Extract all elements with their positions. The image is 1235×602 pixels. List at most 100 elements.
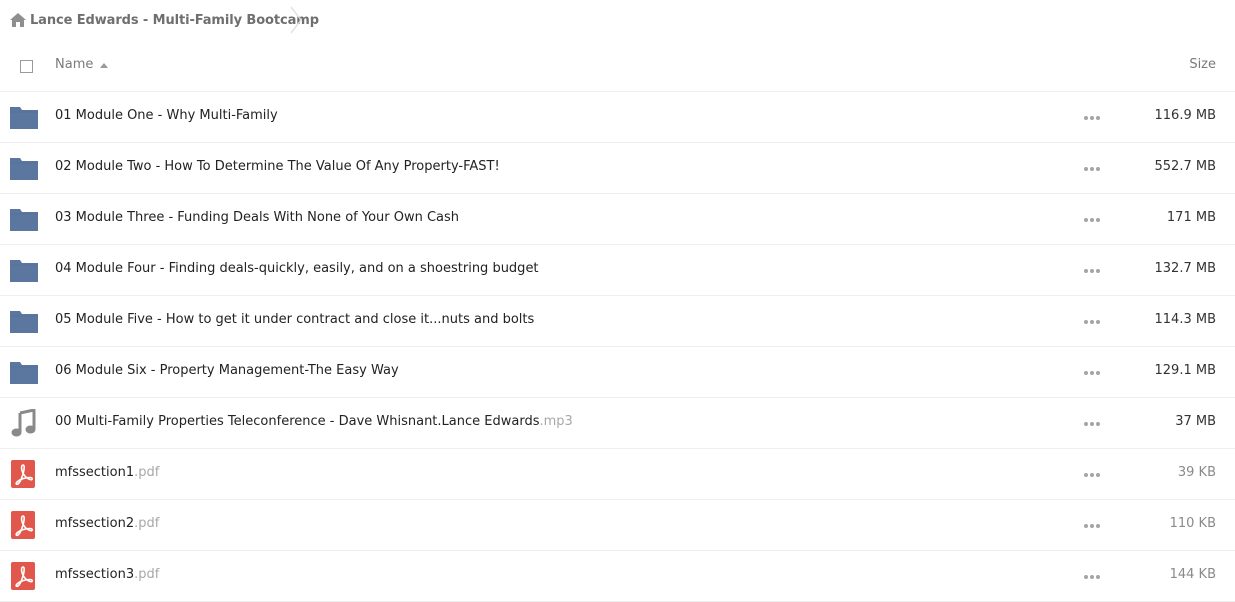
ellipsis-dot-icon	[1084, 575, 1088, 579]
file-row[interactable]: 04 Module Four - Finding deals-quickly, …	[0, 245, 1235, 296]
pdf-icon	[10, 562, 38, 590]
pdf-icon	[10, 511, 38, 539]
file-name-link[interactable]: mfssection1.pdf	[55, 465, 159, 480]
ellipsis-dot-icon	[1090, 524, 1094, 528]
ellipsis-dot-icon	[1084, 371, 1088, 375]
ellipsis-dot-icon	[1096, 269, 1100, 273]
select-all-checkbox[interactable]	[20, 60, 33, 73]
ellipsis-dot-icon	[1090, 167, 1094, 171]
ellipsis-dot-icon	[1096, 575, 1100, 579]
file-name: mfssection1	[55, 465, 135, 480]
file-size: 114.3 MB	[1154, 312, 1216, 327]
folder-icon	[10, 154, 38, 182]
file-name: 01 Module One - Why Multi-Family	[55, 108, 278, 123]
file-row[interactable]: mfssection2.pdf 110 KB	[0, 500, 1235, 551]
ellipsis-dot-icon	[1096, 218, 1100, 222]
more-options-button[interactable]	[1082, 417, 1102, 431]
more-options-button[interactable]	[1082, 111, 1102, 125]
more-options-button[interactable]	[1082, 213, 1102, 227]
file-name: 00 Multi-Family Properties Teleconferenc…	[55, 414, 540, 429]
ellipsis-dot-icon	[1096, 167, 1100, 171]
pdf-icon	[10, 460, 38, 488]
folder-icon	[10, 307, 38, 335]
ellipsis-dot-icon	[1090, 116, 1094, 120]
ellipsis-dot-icon	[1096, 473, 1100, 477]
file-row[interactable]: mfssection3.pdf 144 KB	[0, 551, 1235, 602]
more-options-button[interactable]	[1082, 162, 1102, 176]
ellipsis-dot-icon	[1084, 167, 1088, 171]
file-extension: .mp3	[539, 414, 573, 429]
file-row[interactable]: 02 Module Two - How To Determine The Val…	[0, 143, 1235, 194]
ellipsis-dot-icon	[1096, 371, 1100, 375]
file-name-link[interactable]: 02 Module Two - How To Determine The Val…	[55, 159, 500, 174]
file-name-link[interactable]: 06 Module Six - Property Management-The …	[55, 363, 399, 378]
breadcrumb-home-link[interactable]: Lance Edwards - Multi-Family Bootcamp	[10, 13, 319, 28]
file-extension: .pdf	[134, 567, 160, 582]
more-options-button[interactable]	[1082, 315, 1102, 329]
more-options-button[interactable]	[1082, 519, 1102, 533]
more-options-button[interactable]	[1082, 366, 1102, 380]
folder-icon	[10, 205, 38, 233]
breadcrumb-separator-icon	[290, 6, 302, 34]
file-row[interactable]: 06 Module Six - Property Management-The …	[0, 347, 1235, 398]
file-name-link[interactable]: mfssection2.pdf	[55, 516, 159, 531]
list-header: Name Size	[0, 40, 1235, 92]
file-name-link[interactable]: 04 Module Four - Finding deals-quickly, …	[55, 261, 539, 276]
ellipsis-dot-icon	[1084, 116, 1088, 120]
file-row[interactable]: mfssection1.pdf 39 KB	[0, 449, 1235, 500]
file-name: 04 Module Four - Finding deals-quickly, …	[55, 261, 539, 276]
ellipsis-dot-icon	[1096, 116, 1100, 120]
file-name: 05 Module Five - How to get it under con…	[55, 312, 535, 327]
size-column-header[interactable]: Size	[1189, 57, 1216, 72]
ellipsis-dot-icon	[1090, 269, 1094, 273]
home-icon	[10, 13, 26, 27]
file-size: 144 KB	[1169, 567, 1216, 582]
ellipsis-dot-icon	[1084, 422, 1088, 426]
ellipsis-dot-icon	[1096, 422, 1100, 426]
ellipsis-dot-icon	[1084, 524, 1088, 528]
file-size: 110 KB	[1169, 516, 1216, 531]
sort-ascending-icon	[100, 62, 109, 68]
breadcrumb: Lance Edwards - Multi-Family Bootcamp	[0, 0, 1235, 40]
file-name-link[interactable]: mfssection3.pdf	[55, 567, 159, 582]
file-name: 06 Module Six - Property Management-The …	[55, 363, 399, 378]
file-row[interactable]: 05 Module Five - How to get it under con…	[0, 296, 1235, 347]
more-options-button[interactable]	[1082, 468, 1102, 482]
ellipsis-dot-icon	[1090, 422, 1094, 426]
file-name: 02 Module Two - How To Determine The Val…	[55, 159, 500, 174]
file-size: 37 MB	[1175, 414, 1216, 429]
file-name: 03 Module Three - Funding Deals With Non…	[55, 210, 460, 225]
file-row[interactable]: 01 Module One - Why Multi-Family 116.9 MB	[0, 92, 1235, 143]
file-name-link[interactable]: 05 Module Five - How to get it under con…	[55, 312, 534, 327]
ellipsis-dot-icon	[1090, 473, 1094, 477]
more-options-button[interactable]	[1082, 264, 1102, 278]
file-name: mfssection2	[55, 516, 135, 531]
file-size: 129.1 MB	[1154, 363, 1216, 378]
file-extension: .pdf	[134, 465, 160, 480]
file-name-link[interactable]: 00 Multi-Family Properties Teleconferenc…	[55, 414, 573, 429]
file-name-link[interactable]: 01 Module One - Why Multi-Family	[55, 108, 278, 123]
ellipsis-dot-icon	[1084, 269, 1088, 273]
breadcrumb-label: Lance Edwards - Multi-Family Bootcamp	[30, 12, 319, 28]
folder-icon	[10, 358, 38, 386]
more-options-button[interactable]	[1082, 570, 1102, 584]
ellipsis-dot-icon	[1096, 320, 1100, 324]
ellipsis-dot-icon	[1090, 218, 1094, 222]
folder-icon	[10, 103, 38, 131]
folder-icon	[10, 256, 38, 284]
name-column-label: Name	[55, 57, 94, 72]
file-size: 552.7 MB	[1154, 159, 1216, 174]
ellipsis-dot-icon	[1084, 473, 1088, 477]
file-row[interactable]: 00 Multi-Family Properties Teleconferenc…	[0, 398, 1235, 449]
file-size: 132.7 MB	[1154, 261, 1216, 276]
name-column-header[interactable]: Name	[55, 57, 109, 72]
file-size: 171 MB	[1166, 210, 1216, 225]
ellipsis-dot-icon	[1090, 320, 1094, 324]
file-list: 01 Module One - Why Multi-Family 116.9 MB…	[0, 92, 1235, 602]
ellipsis-dot-icon	[1096, 524, 1100, 528]
file-row[interactable]: 03 Module Three - Funding Deals With Non…	[0, 194, 1235, 245]
file-name-link[interactable]: 03 Module Three - Funding Deals With Non…	[55, 210, 459, 225]
ellipsis-dot-icon	[1090, 575, 1094, 579]
ellipsis-dot-icon	[1090, 371, 1094, 375]
file-size: 39 KB	[1177, 465, 1216, 480]
